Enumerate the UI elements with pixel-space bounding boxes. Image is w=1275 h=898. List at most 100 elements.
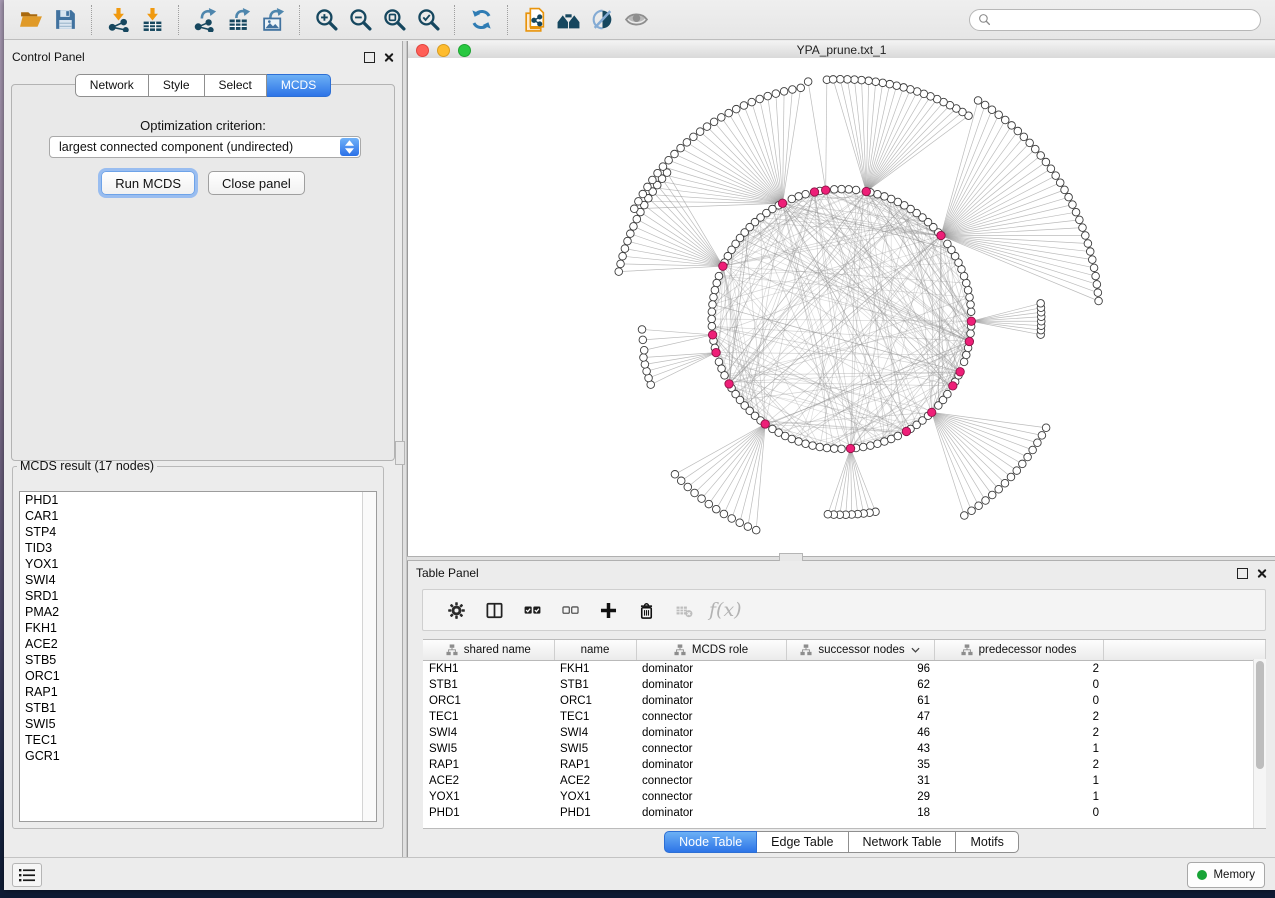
network-node[interactable] (802, 440, 810, 448)
copy-network-icon[interactable] (517, 3, 551, 37)
column-header-shared-name[interactable]: shared name (423, 640, 554, 661)
table-row[interactable]: SWI5SWI5connector431 (423, 741, 1266, 757)
network-node[interactable] (640, 354, 648, 362)
search-box[interactable] (969, 9, 1261, 31)
hide-panel-icon[interactable] (585, 3, 619, 37)
table-cell[interactable]: connector (636, 709, 786, 725)
network-node[interactable] (1090, 264, 1098, 272)
mcds-hub-node[interactable] (967, 317, 975, 325)
network-node[interactable] (845, 186, 853, 194)
network-node[interactable] (1084, 240, 1092, 248)
table-cell[interactable]: FKH1 (423, 661, 554, 678)
table-cell[interactable]: 62 (786, 677, 934, 693)
table-cell[interactable]: PHD1 (554, 805, 636, 821)
network-node[interactable] (627, 230, 635, 238)
network-node[interactable] (1024, 453, 1032, 461)
network-node[interactable] (677, 477, 685, 485)
show-eye-icon[interactable] (619, 3, 653, 37)
network-node[interactable] (1001, 116, 1009, 124)
network-node[interactable] (630, 205, 638, 213)
network-node[interactable] (944, 390, 952, 398)
network-node[interactable] (795, 438, 803, 446)
list-item[interactable]: PMA2 (20, 604, 376, 620)
list-item[interactable]: ORC1 (20, 668, 376, 684)
zoom-in-icon[interactable] (309, 3, 343, 37)
network-node[interactable] (900, 84, 908, 92)
export-table-icon[interactable] (222, 3, 256, 37)
network-node[interactable] (748, 98, 756, 106)
table-row[interactable]: ORC1ORC1dominator610 (423, 693, 1266, 709)
network-node[interactable] (1052, 172, 1060, 180)
network-node[interactable] (721, 372, 729, 380)
mcds-hub-node[interactable] (937, 231, 945, 239)
network-node[interactable] (690, 133, 698, 141)
tab-network-table[interactable]: Network Table (849, 831, 957, 853)
table-cell[interactable]: SWI4 (554, 725, 636, 741)
network-node[interactable] (1042, 158, 1050, 166)
tab-select[interactable]: Select (205, 74, 267, 97)
table-cell[interactable]: YOX1 (554, 789, 636, 805)
list-item[interactable]: STP4 (20, 524, 376, 540)
list-item[interactable]: CAR1 (20, 508, 376, 524)
table-cell[interactable]: 0 (934, 805, 1103, 821)
close-window-icon[interactable] (416, 44, 429, 57)
network-node[interactable] (974, 97, 982, 105)
network-node[interactable] (879, 79, 887, 87)
table-cell[interactable]: SWI5 (423, 741, 554, 757)
network-node[interactable] (1092, 272, 1100, 280)
table-row[interactable]: ACE2ACE2connector311 (423, 773, 1266, 789)
function-builder-icon[interactable]: f(x) (709, 599, 742, 621)
table-cell[interactable]: 0 (934, 693, 1103, 709)
table-row[interactable]: RAP1RAP1dominator352 (423, 757, 1266, 773)
network-node[interactable] (874, 440, 882, 448)
network-node[interactable] (982, 497, 990, 505)
list-item[interactable]: STB5 (20, 652, 376, 668)
mcds-hub-node[interactable] (821, 186, 829, 194)
list-item[interactable]: YOX1 (20, 556, 376, 572)
network-node[interactable] (964, 286, 972, 294)
network-node[interactable] (718, 114, 726, 122)
network-node[interactable] (1065, 193, 1073, 201)
network-node[interactable] (1014, 127, 1022, 135)
table-cell[interactable]: RAP1 (423, 757, 554, 773)
network-node[interactable] (621, 245, 629, 253)
network-node[interactable] (838, 185, 846, 193)
list-item[interactable]: RAP1 (20, 684, 376, 700)
network-node[interactable] (1072, 208, 1080, 216)
network-node[interactable] (1042, 424, 1050, 432)
table-row[interactable]: TEC1TEC1connector472 (423, 709, 1266, 725)
network-node[interactable] (1038, 432, 1046, 440)
table-cell[interactable]: dominator (636, 725, 786, 741)
memory-button[interactable]: Memory (1187, 862, 1265, 888)
network-node[interactable] (802, 190, 810, 198)
column-pane-icon[interactable] (475, 595, 513, 625)
export-network-icon[interactable] (188, 3, 222, 37)
table-cell[interactable]: 1 (934, 789, 1103, 805)
mcds-hub-node[interactable] (778, 199, 786, 207)
table-cell[interactable]: connector (636, 789, 786, 805)
network-node[interactable] (874, 190, 882, 198)
network-node[interactable] (886, 80, 894, 88)
table-cell[interactable]: 2 (934, 757, 1103, 773)
mcds-hub-node[interactable] (949, 382, 957, 390)
network-node[interactable] (705, 500, 713, 508)
table-cell[interactable]: 1 (934, 773, 1103, 789)
network-node[interactable] (715, 272, 723, 280)
network-node[interactable] (728, 515, 736, 523)
network-node[interactable] (1008, 122, 1016, 130)
table-cell[interactable]: dominator (636, 677, 786, 693)
network-node[interactable] (725, 109, 733, 117)
network-node[interactable] (691, 489, 699, 497)
table-cell[interactable]: ORC1 (554, 693, 636, 709)
network-node[interactable] (1031, 145, 1039, 153)
zoom-fit-icon[interactable] (377, 3, 411, 37)
network-node[interactable] (1082, 232, 1090, 240)
table-cell[interactable]: 35 (786, 757, 934, 773)
search-network-icon[interactable] (551, 3, 585, 37)
network-node[interactable] (981, 101, 989, 109)
close-panel-icon[interactable] (383, 52, 394, 63)
network-node[interactable] (829, 76, 837, 84)
list-item[interactable]: TEC1 (20, 732, 376, 748)
table-cell[interactable]: dominator (636, 757, 786, 773)
network-node[interactable] (756, 95, 764, 103)
